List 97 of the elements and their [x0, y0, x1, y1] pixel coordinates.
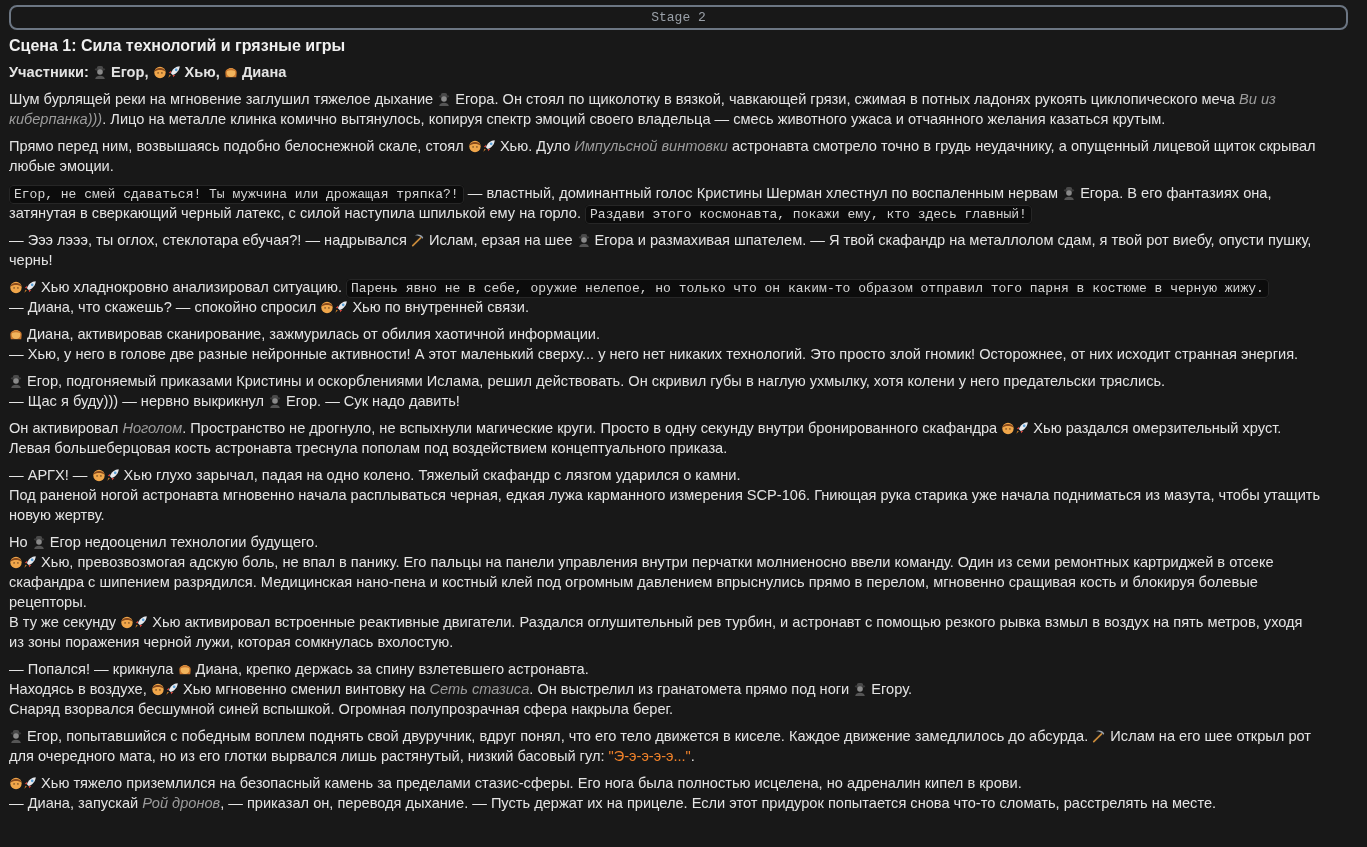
story-text: — Попался! — крикнула — [9, 661, 175, 677]
story-text: Прямо перед ним, возвышаясь подобно белоснежной скале, стоял — [9, 138, 465, 154]
stage-label: Stage 2 — [651, 8, 706, 27]
story-text: — Эээ лэээ, ты оглох, стеклотара ебучая?! — надрывался — [9, 232, 408, 248]
story-text: астронавта смотрело точно в грудь неудачнику, а опущенный лицевой щиток скрывал — [731, 138, 1316, 154]
story-text: Хью, превозвозмогая адскую боль, не впал в панику. Его пальцы на панели управления внутри перчатки молниеносно ввели команду. Один из семи ремонтных картриджей в отсеке — [40, 554, 1274, 570]
story-text: . Он выстрелил из гранатомета прямо под ноги — [529, 681, 851, 697]
story-text: Хью. Дуло — [498, 138, 572, 154]
item-name: киберпанка))) — [9, 111, 103, 127]
story-text: Находясь в воздухе, — [9, 681, 148, 697]
boy-face-icon — [9, 280, 23, 294]
story-text: новую жертву. — [9, 507, 105, 523]
boy-face-icon — [467, 139, 482, 153]
story-text: . — [690, 748, 695, 764]
boy-face-icon — [320, 300, 335, 314]
rocket-icon — [481, 139, 496, 153]
story-text: — Диана, что скажешь? — спокойно спросил — [9, 299, 318, 315]
item-name: Ноголом — [122, 420, 183, 436]
story-text: Хью, — [183, 64, 221, 80]
story-text: Егора и размахивая шпателем. — Я твой скафандр на металлолом сдам, я твой рот виебу, опусти пушку, — [593, 232, 1312, 248]
rocket-icon — [166, 65, 181, 79]
story-text: Но — [9, 534, 29, 550]
story-text: затянутая в сверкающий черный латекс, с силой наступила шпилькой ему на горло. — [9, 205, 582, 221]
story-text: — властный, доминантный голос Кристины Шерман хлестнул по воспаленным нервам — [466, 185, 1059, 201]
story-text: Хью тяжело приземлился на безопасный камень за пределами стазис-сферы. Его нога была полностью исцелена, но адреналин кипел в крови. — [40, 775, 1022, 791]
story-text: рецепторы. — [9, 594, 87, 610]
story-text: — Хью, у него в голове две разные нейронные активности! А этот маленький сверху... у него нет никаких технологий. Это просто злой гномик! Осторожнее, от них исходит странная энергия. — [9, 346, 1299, 362]
story-text: — АРГХ! — — [9, 467, 89, 483]
story-text: Егора. Он стоял по щиколотку в вязкой, чавкающей грязи, сжимая в потных ладонях рукоять циклопического меча — [454, 91, 1236, 107]
hooded-figure-icon — [1062, 186, 1077, 200]
story-text: Егор недооценил технологии будущего. — [48, 534, 319, 550]
story-text: Хью хладнокровно анализировал ситуацию. — [40, 279, 343, 295]
story-text: скафандра с шипением разрядился. Медицинская нано-пена и костный клей под огромным давлением впрыснулись прямо в перелом, мгновенно сращивая кость и блокируя болевые — [9, 574, 1258, 590]
story-text: Он активировал — [9, 420, 120, 436]
story-text: В ту же секунду — [9, 614, 118, 630]
story-text: Диана — [240, 64, 287, 80]
boy-face-icon — [9, 776, 23, 790]
pickaxe-icon — [1092, 729, 1107, 743]
hooded-figure-icon — [853, 682, 868, 696]
story-text: Левая большеберцовая кость астронавта треснула пополам под воздействием концептуального приказа. — [9, 440, 728, 456]
story-text: Хью по внутренней связи. — [351, 299, 529, 315]
story-text: . Пространство не дрогнуло, не вспыхнули магические круги. Просто в одну секунду внутри бронированного скафандра — [182, 420, 999, 436]
story-text: Егор, попытавшийся с победным воплем поднять свой двуручник, вдруг понял, что его тело движется в киселе. Каждое движение замедлилось до абсурда. — [26, 728, 1090, 744]
boy-face-icon — [120, 615, 135, 629]
boy-face-icon — [152, 65, 167, 79]
story-text: Хью раздался омерзительный хруст. — [1032, 420, 1282, 436]
item-name: Ви из — [1239, 91, 1276, 107]
story-text: из зоны поражения черной лужи, которая сомкнулась вхолостую. — [9, 634, 454, 650]
rocket-icon — [23, 776, 37, 790]
story-text: любые эмоции. — [9, 158, 114, 174]
story-text: Диана, активировав сканирование, зажмурилась от обилия хаотичной информации. — [26, 326, 601, 342]
story-text: Егора. В его фантазиях она, — [1079, 185, 1272, 201]
story-text: Шум бурлящей реки на мгновение заглушил тяжелое дыхание — [9, 91, 435, 107]
story-text: Хью глухо зарычал, падая на одно колено. Тяжелый скафандр с лязгом ударился о камни. — [122, 467, 741, 483]
story-text: Снаряд взорвался бесшумной синей вспышкой. Огромная полупрозрачная сфера накрыла берег. — [9, 701, 674, 717]
rocket-icon — [134, 615, 149, 629]
boy-face-icon — [91, 468, 106, 482]
story-text: Диана, крепко держась за спину взлетевшего астронавта. — [194, 661, 589, 677]
hooded-figure-icon — [92, 65, 107, 79]
hooded-figure-icon — [268, 394, 283, 408]
item-name: Импульсной винтовки — [574, 138, 728, 154]
hooded-figure-icon — [31, 535, 46, 549]
speech-quote: Раздави этого космонавта, покажи ему, кто здесь главный! — [585, 205, 1032, 224]
rocket-icon — [334, 300, 349, 314]
rocket-icon — [105, 468, 120, 482]
story-text: Участники: — [9, 64, 90, 80]
boy-face-icon — [9, 555, 23, 569]
sound-text: "Э-э-э-э-э..." — [608, 748, 691, 764]
story-text: чернь! — [9, 252, 53, 268]
story-text: Ислам на его шее открыл рот — [1109, 728, 1312, 744]
story-text: Хью активировал встроенные реактивные двигатели. Раздался оглушительный рев турбин, и астронавт с помощью резкого рывка взмыл в воздух на пять метров, уходя — [151, 614, 1303, 630]
boy-face-icon — [150, 682, 165, 696]
speech-quote: Парень явно не в себе, оружие нелепое, но только что он каким-то образом отправил того парня в костюме в черную жижу. — [346, 279, 1269, 298]
story-text: . Лицо на металле клинка комично вытянулось, копируя спектр эмоций своего владельца — смесь животного ужаса и отчаянного желания казаться крутым. — [102, 111, 1166, 127]
pickaxe-icon — [410, 233, 425, 247]
hooded-figure-icon — [9, 729, 23, 743]
story-text: Хью мгновенно сменил винтовку на — [181, 681, 427, 697]
scene-title: Сцена 1: Сила технологий и грязные игры — [9, 36, 347, 56]
rocket-icon — [164, 682, 179, 696]
rocket-icon — [23, 280, 37, 294]
hooded-figure-icon — [576, 233, 591, 247]
hooded-figure-icon — [9, 374, 23, 388]
story-text: Егор, — [109, 64, 150, 80]
story-text: Под раненой ногой астронавта мгновенно начала расплываться черная, едкая лужа карманного измерения SCP-106. Гниющая рука старика уже начала подниматься из мазута, чтобы утащить — [9, 487, 1321, 503]
story-text: Ислам, ерзая на шее — [427, 232, 574, 248]
rocket-icon — [23, 555, 37, 569]
story-text: Егору. — [870, 681, 913, 697]
story-text: — Диана, запускай — [9, 795, 140, 811]
rocket-icon — [1015, 421, 1030, 435]
hooded-figure-icon — [437, 92, 452, 106]
story-text: — Щас я буду))) — нервно выкрикнул — [9, 393, 265, 409]
story-text: Егор, подгоняемый приказами Кристины и оскорблениями Ислама, решил действовать. Он скривил губы в наглую ухмылку, хотя колени у него предательски тряслись. — [26, 373, 1166, 389]
story-text: для очередного мата, но из его глотки вырвался лишь растянутый, низкий басовый гул: — [9, 748, 606, 764]
story-text: , — приказал он, переводя дыхание. — Пусть держат их на прицеле. Если этот придурок попытается снова что-то сломать, расстрелять на месте. — [220, 795, 1217, 811]
story-text: Егор. — Сук надо давить! — [285, 393, 460, 409]
boy-face-icon — [1001, 421, 1016, 435]
speech-quote: Егор, не смей сдаваться! Ты мужчина или дрожащая тряпка?! — [9, 185, 464, 204]
